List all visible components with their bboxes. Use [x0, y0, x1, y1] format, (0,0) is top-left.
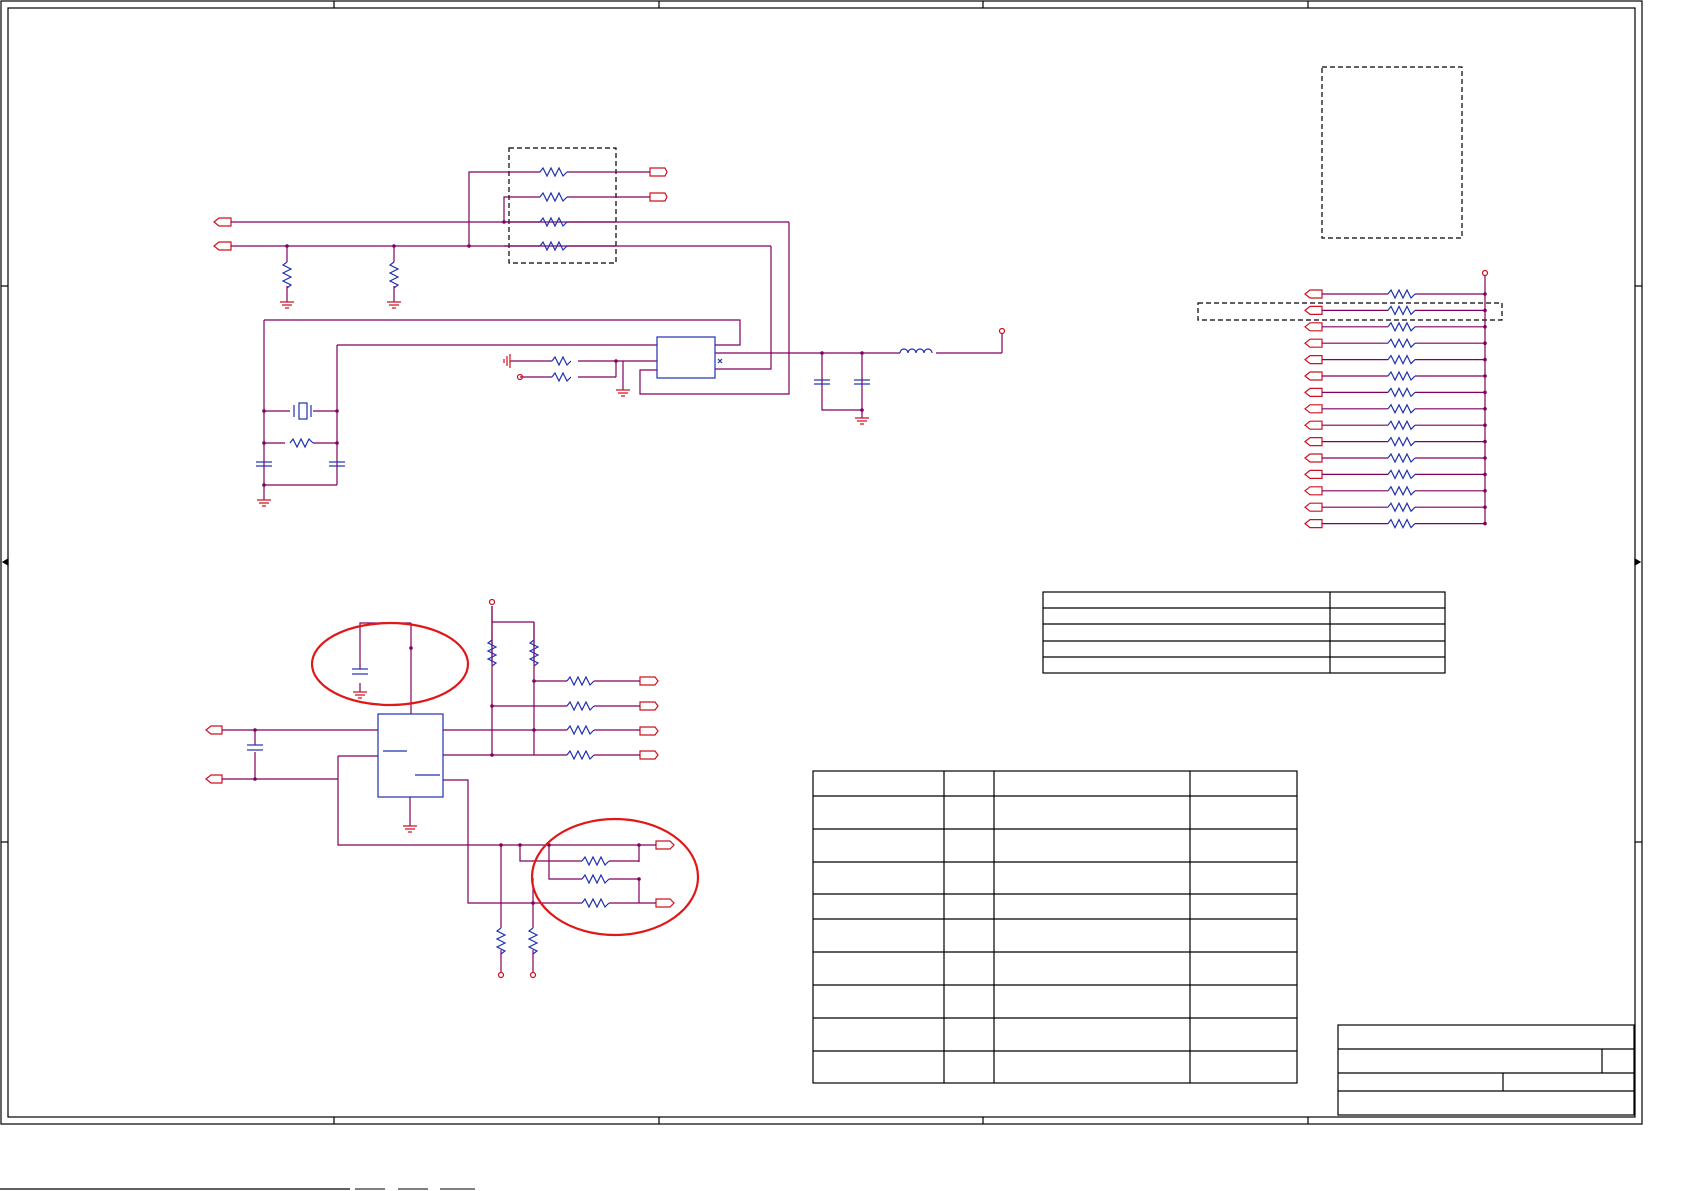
ladder-resistor — [1387, 436, 1416, 447]
ladder-port — [1304, 502, 1323, 512]
junction-dot — [1483, 357, 1487, 362]
input-port — [205, 725, 223, 784]
ladder-port — [1304, 387, 1323, 397]
ladder-port — [1304, 322, 1323, 332]
junction-dot — [1483, 325, 1487, 329]
output-port — [649, 167, 668, 202]
ladder-port — [1304, 371, 1323, 381]
no-connect-mark — [717, 358, 723, 364]
regulator-section — [205, 598, 700, 979]
ladder-port — [1304, 404, 1323, 414]
schematic-sheet — [0, 0, 1643, 1190]
capacitor — [247, 668, 368, 751]
ladder-resistor — [1387, 501, 1416, 513]
junction-dot — [1483, 472, 1487, 477]
ladder-port — [1304, 469, 1323, 479]
title-block — [1337, 1024, 1635, 1116]
ladder-port — [1304, 289, 1323, 299]
ladder-port — [1304, 486, 1323, 496]
ladder-port — [1304, 355, 1323, 365]
ladder-resistor — [1387, 387, 1416, 398]
junction-dot — [1483, 374, 1487, 378]
ground-symbol — [353, 691, 417, 833]
pull-down-resistor — [281, 261, 400, 289]
power-pin — [998, 327, 1006, 335]
ladder-resistor — [1387, 469, 1416, 480]
selection-dashed-box — [1197, 302, 1503, 321]
ladder-resistor — [1387, 321, 1416, 333]
bom-table — [812, 770, 1298, 1084]
ladder-port — [1304, 305, 1323, 315]
ladder-resistor — [1387, 305, 1416, 316]
highlight-circle — [530, 817, 700, 937]
power-pin — [1481, 269, 1489, 277]
ladder-resistor — [1387, 485, 1416, 497]
oscillator-ic — [656, 336, 716, 379]
revision-table — [1042, 591, 1446, 674]
highlight-circle — [310, 621, 470, 707]
ladder-resistor — [1387, 518, 1416, 529]
pull-up-resistor-ladder — [1197, 269, 1503, 529]
pull-up-resistor — [486, 639, 540, 955]
ladder-resistor — [1387, 288, 1416, 300]
ladder-port — [1304, 437, 1323, 447]
junction-dot — [1483, 341, 1487, 346]
junction-dot — [1483, 505, 1487, 510]
ladder-resistor — [1387, 452, 1416, 464]
ladder-resistor — [1387, 354, 1416, 365]
junction-dot — [1483, 456, 1487, 460]
crystal-oscillator-section — [213, 147, 1006, 507]
ladder-port — [1304, 453, 1323, 463]
capacitor — [256, 379, 870, 467]
drawing-frame — [0, 0, 1643, 1125]
inductor-icon — [899, 348, 933, 354]
power-pin — [488, 598, 537, 979]
junction-dot — [1483, 423, 1487, 428]
junction-dot — [1483, 292, 1487, 296]
junction-dot — [1483, 489, 1487, 493]
wire-net — [222, 606, 656, 972]
ladder-resistor — [1387, 370, 1416, 382]
ladder-port — [1304, 420, 1323, 430]
resistor — [566, 675, 610, 909]
junction-dot — [1483, 390, 1487, 395]
regulator-ic — [377, 713, 444, 798]
ground-symbol — [257, 301, 869, 507]
placeholder-box — [1321, 66, 1463, 239]
crystal-icon — [293, 402, 312, 420]
junction-dot — [1483, 521, 1487, 526]
junction-dot — [1483, 407, 1487, 411]
input-port — [213, 217, 232, 251]
junction-dot — [1483, 308, 1487, 313]
ladder-resistor — [1387, 337, 1416, 349]
output-port — [639, 676, 675, 908]
resistor — [289, 166, 572, 449]
ladder-resistor — [1387, 403, 1416, 415]
junction-dot — [1483, 439, 1487, 444]
ladder-port — [1304, 338, 1323, 348]
ladder-port — [1304, 519, 1323, 529]
ladder-resistor — [1387, 419, 1416, 431]
